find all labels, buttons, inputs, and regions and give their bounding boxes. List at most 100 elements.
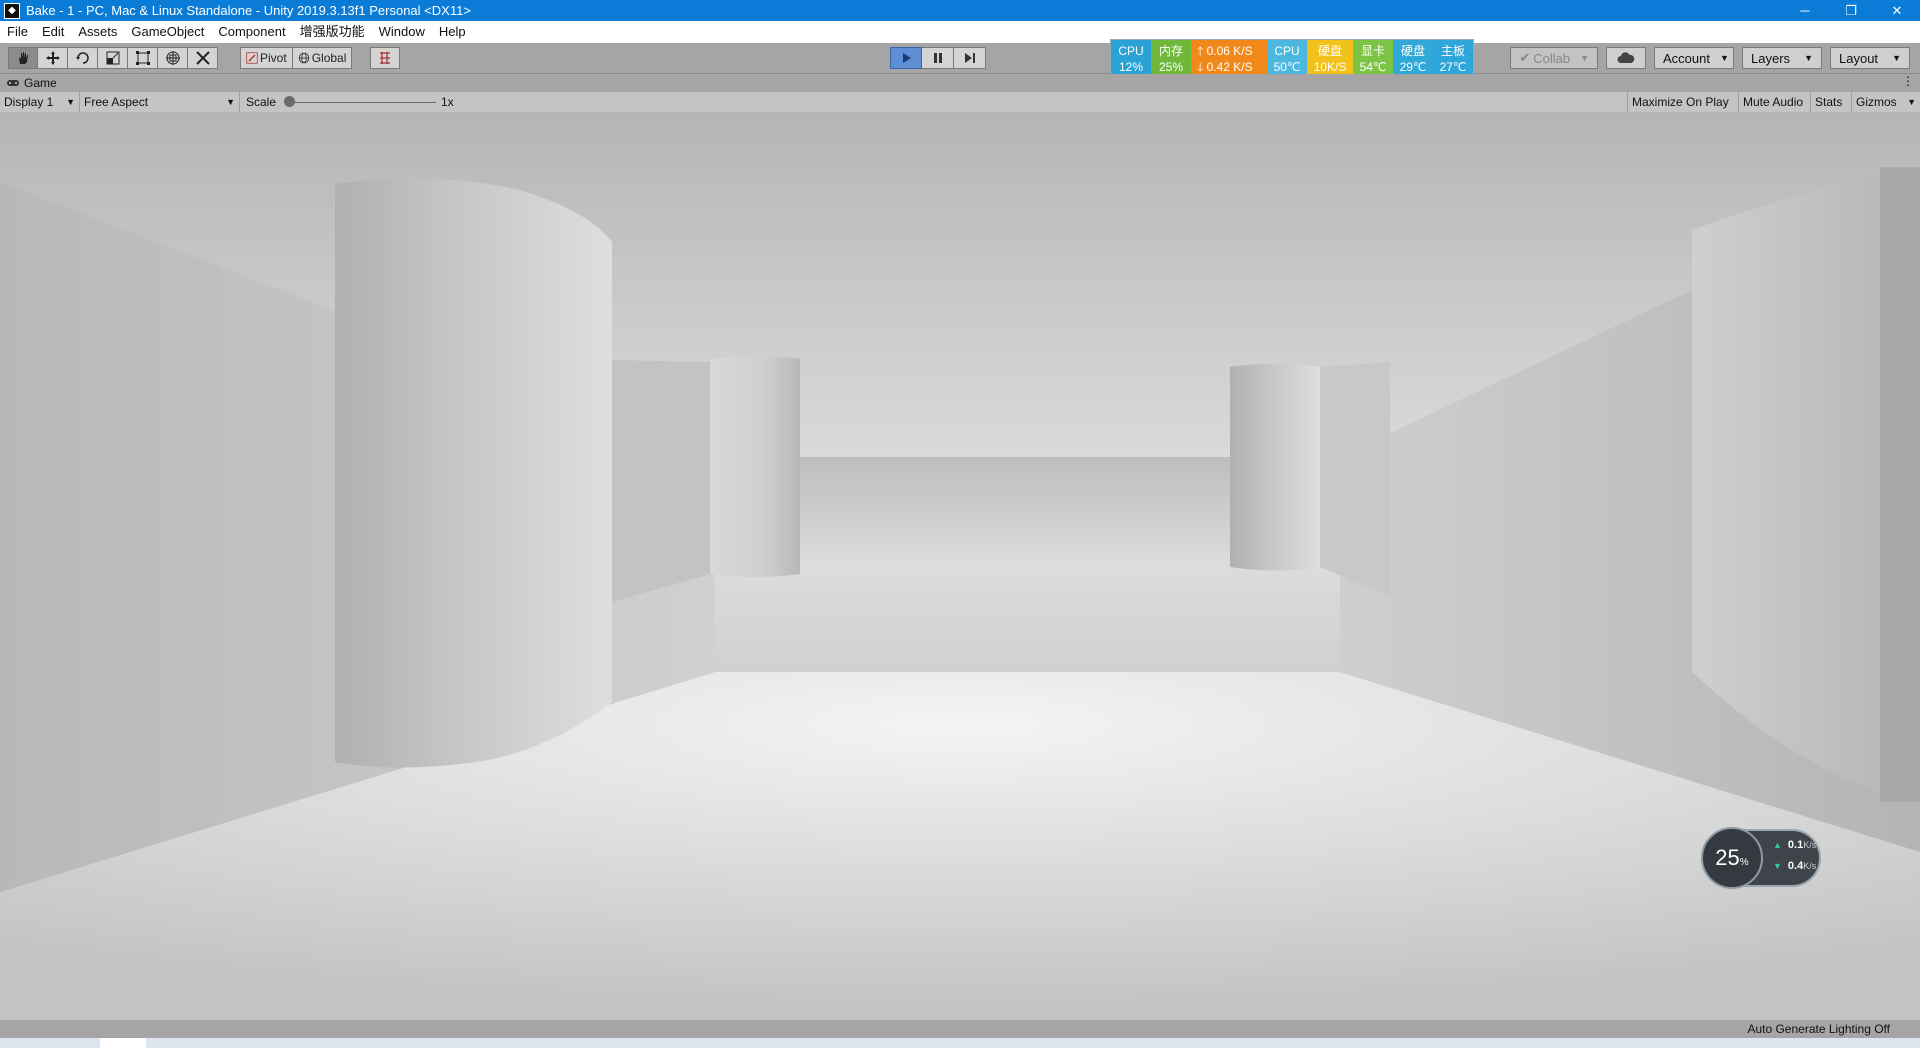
game-tab-strip: Game ⋮ [0, 74, 1920, 92]
system-monitor-widget[interactable]: CPU 12% 内存 25% 🡑 0.06 K/S 🡓 0.42 K/S CPU… [1110, 39, 1474, 79]
rect-tool-button[interactable] [128, 47, 158, 69]
gizmos-label: Gizmos [1856, 95, 1897, 109]
move-icon [45, 51, 60, 65]
gpu-temperature: 显卡 54℃ [1353, 40, 1393, 78]
layout-dropdown[interactable]: Layout ▼ [1830, 47, 1910, 69]
chevron-down-icon: ▼ [1804, 53, 1813, 63]
board-label: 主板 [1440, 44, 1465, 58]
globe-icon [298, 52, 309, 64]
display-label: Display 1 [4, 95, 54, 109]
arrow-down-icon: 🡓 [1197, 60, 1204, 74]
hand-tool-button[interactable] [8, 47, 38, 69]
disk-rate: 硬盘 10K/S [1307, 40, 1353, 78]
rotate-tool-button[interactable] [68, 47, 98, 69]
game-viewport[interactable]: 25% ▲ 0.1K/s ▼ 0.4K/s [0, 112, 1920, 1020]
menu-gameobject[interactable]: GameObject [124, 21, 211, 43]
download-speed-unit: K/s [1803, 861, 1817, 871]
cpu-temp-label: CPU [1274, 44, 1300, 58]
menu-help[interactable]: Help [432, 21, 473, 43]
tab-game-label: Game [24, 76, 57, 90]
lighting-status: Auto Generate Lighting Off [1747, 1022, 1890, 1036]
tools-icon [195, 51, 210, 65]
tab-game[interactable]: Game [0, 76, 63, 90]
cpu-usage-value: 12% [1118, 60, 1144, 74]
scale-tool-button[interactable] [98, 47, 128, 69]
scale-slider-track[interactable] [290, 102, 436, 103]
minimize-button[interactable]: ─ [1782, 0, 1828, 21]
custom-tool-button[interactable] [188, 47, 218, 69]
account-dropdown[interactable]: Account ▼ [1654, 47, 1734, 69]
scale-value: 1x [441, 95, 454, 109]
maximize-on-play-toggle[interactable]: Maximize On Play [1627, 92, 1739, 112]
rect-transform-icon [135, 51, 150, 65]
download-speed-value: 0.4 [1787, 860, 1804, 872]
pivot-group: Pivot Global [240, 47, 353, 69]
upload-speed-unit: K/s [1803, 840, 1817, 850]
menu-edit[interactable]: Edit [35, 21, 71, 43]
pivot-icon [246, 52, 258, 64]
close-button[interactable]: ✕ [1874, 0, 1920, 21]
arrow-up-icon: 🡑 [1197, 44, 1204, 58]
cloud-icon [1617, 52, 1635, 63]
scale-slider-handle[interactable] [284, 96, 295, 107]
network-rate: 🡑 0.06 K/S 🡓 0.42 K/S [1191, 40, 1267, 78]
pause-button[interactable] [922, 47, 954, 69]
aspect-label: Free Aspect [84, 95, 149, 109]
global-label: Global [311, 51, 347, 65]
menu-file[interactable]: File [0, 21, 35, 43]
memory-label: 内存 [1158, 44, 1183, 58]
board-temperature: 主板 27℃ [1433, 40, 1473, 78]
step-button[interactable] [954, 47, 986, 69]
arrow-up-icon: ▲ [1773, 840, 1782, 850]
menu-assets[interactable]: Assets [71, 21, 124, 43]
memory-value: 25% [1158, 60, 1184, 74]
scene-render [0, 112, 1920, 1020]
collab-dropdown[interactable]: ✔ Collab ▼ [1510, 47, 1598, 69]
snap-grid-button[interactable] [370, 47, 400, 69]
disk-label: 硬盘 [1317, 44, 1342, 58]
upload-rate: 0.06 K/S [1206, 44, 1253, 58]
global-toggle[interactable]: Global [292, 47, 353, 69]
cpu-temperature: CPU 50℃ [1267, 40, 1307, 78]
disk2-temp-value: 29℃ [1399, 60, 1427, 74]
cloud-button[interactable] [1606, 47, 1646, 69]
rotate-icon [75, 52, 89, 64]
taskbar-item[interactable] [100, 1038, 146, 1048]
scale-label: Scale [246, 95, 277, 109]
toolbar-right: ✔ Collab ▼ Account ▼ Layers ▼ Layout ▼ [1510, 47, 1910, 69]
layout-label: Layout [1839, 50, 1879, 66]
pivot-label: Pivot [260, 51, 287, 65]
gamepad-icon [7, 80, 19, 86]
title-bar: ◆ Bake - 1 - PC, Mac & Linux Standalone … [0, 0, 1920, 21]
menu-enhanced[interactable]: 增强版功能 [293, 21, 372, 43]
aspect-dropdown[interactable]: Free Aspect ▼ [80, 92, 240, 112]
window-title: Bake - 1 - PC, Mac & Linux Standalone - … [26, 3, 471, 18]
move-tool-button[interactable] [38, 47, 68, 69]
cpu-usage: CPU 12% [1111, 40, 1151, 78]
status-bar: Auto Generate Lighting Off [0, 1020, 1920, 1038]
menu-component[interactable]: Component [211, 21, 292, 43]
arrow-down-icon: ▼ [1773, 861, 1782, 871]
net-speed-gauge[interactable]: 25% ▲ 0.1K/s ▼ 0.4K/s [1701, 827, 1821, 889]
restore-button[interactable]: ❐ [1828, 0, 1874, 21]
gizmos-dropdown[interactable]: Gizmos ▼ [1852, 92, 1920, 112]
stats-toggle[interactable]: Stats [1811, 92, 1852, 112]
mute-audio-toggle[interactable]: Mute Audio [1739, 92, 1811, 112]
gpu-label: 显卡 [1360, 44, 1385, 58]
usage-circle: 25% [1701, 827, 1763, 889]
pivot-toggle[interactable]: Pivot [240, 47, 293, 69]
download-speed: ▼ 0.4K/s [1773, 860, 1816, 872]
memory-usage: 内存 25% [1151, 40, 1191, 78]
chevron-down-icon: ▼ [66, 97, 75, 107]
cpu-usage-label: CPU [1118, 44, 1144, 58]
panel-menu-icon[interactable]: ⋮ [1902, 74, 1914, 88]
play-button[interactable] [890, 47, 922, 69]
display-dropdown[interactable]: Display 1 ▼ [0, 92, 80, 112]
transform-tool-button[interactable] [158, 47, 188, 69]
check-icon: ✔ [1519, 50, 1531, 65]
menu-window[interactable]: Window [372, 21, 432, 43]
upload-speed-value: 0.1 [1787, 839, 1804, 851]
taskbar-strip [0, 1038, 1920, 1048]
menu-bar: File Edit Assets GameObject Component 增强… [0, 21, 1920, 44]
layers-dropdown[interactable]: Layers ▼ [1742, 47, 1822, 69]
